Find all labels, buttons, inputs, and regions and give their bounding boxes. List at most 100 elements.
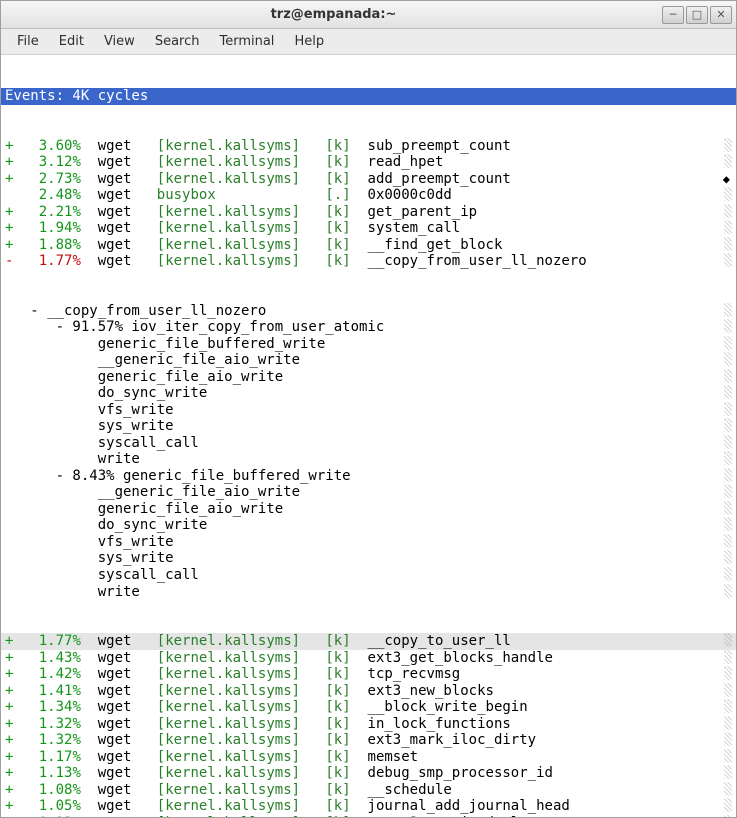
- expand-sign[interactable]: +: [5, 699, 13, 715]
- object: [kernel.kallsyms]: [157, 253, 317, 269]
- overhead-percent: 1.43%: [22, 650, 81, 666]
- expand-sign[interactable]: +: [5, 154, 13, 170]
- scroll-track-icon: [724, 798, 732, 812]
- scroll-track-icon: [724, 650, 732, 664]
- callchain-line[interactable]: - 8.43% generic_file_buffered_write: [1, 468, 736, 485]
- callchain-line[interactable]: syscall_call: [1, 435, 736, 452]
- callchain-line[interactable]: - __copy_from_user_ll_nozero: [1, 303, 736, 320]
- expand-sign[interactable]: +: [5, 683, 13, 699]
- perf-row[interactable]: + 3.60% wget [kernel.kallsyms] [k] sub_p…: [1, 138, 736, 155]
- callchain-line[interactable]: - 91.57% iov_iter_copy_from_user_atomic: [1, 319, 736, 336]
- callchain-line[interactable]: do_sync_write: [1, 385, 736, 402]
- expand-sign[interactable]: [5, 187, 13, 203]
- expand-sign[interactable]: +: [5, 633, 13, 649]
- perf-row[interactable]: - 1.77% wget [kernel.kallsyms] [k] __cop…: [1, 253, 736, 270]
- scroll-track-icon: [724, 484, 732, 498]
- titlebar[interactable]: trz@empanada:~ ─ □ ✕: [1, 1, 736, 29]
- kind: [k]: [325, 253, 350, 269]
- expand-sign[interactable]: +: [5, 765, 13, 781]
- perf-row[interactable]: + 1.17% wget [kernel.kallsyms] [k] memse…: [1, 749, 736, 766]
- callchain-line[interactable]: write: [1, 451, 736, 468]
- callchain-line[interactable]: syscall_call: [1, 567, 736, 584]
- callchain-text: - 8.43% generic_file_buffered_write: [5, 468, 351, 484]
- callchain-line[interactable]: generic_file_aio_write: [1, 501, 736, 518]
- callchain-line[interactable]: write: [1, 584, 736, 601]
- symbol: in_lock_functions: [368, 716, 511, 732]
- perf-row[interactable]: + 0.92% wget [kernel.kallsyms] [k] __ext…: [1, 815, 736, 817]
- perf-row[interactable]: + 1.94% wget [kernel.kallsyms] [k] syste…: [1, 220, 736, 237]
- expand-sign[interactable]: +: [5, 220, 13, 236]
- expand-sign[interactable]: +: [5, 782, 13, 798]
- overhead-percent: 1.88%: [22, 237, 81, 253]
- callchain-line[interactable]: __generic_file_aio_write: [1, 352, 736, 369]
- expand-sign[interactable]: +: [5, 204, 13, 220]
- maximize-button[interactable]: □: [686, 6, 708, 24]
- perf-row[interactable]: + 3.12% wget [kernel.kallsyms] [k] read_…: [1, 154, 736, 171]
- expand-sign[interactable]: +: [5, 650, 13, 666]
- perf-row[interactable]: 2.48% wget busybox [.] 0x0000c0dd: [1, 187, 736, 204]
- expand-sign[interactable]: +: [5, 732, 13, 748]
- expand-sign[interactable]: +: [5, 798, 13, 814]
- overhead-percent: 1.77%: [22, 633, 81, 649]
- kind: [k]: [325, 220, 350, 236]
- callchain-line[interactable]: sys_write: [1, 418, 736, 435]
- menu-view[interactable]: View: [94, 30, 145, 53]
- perf-row[interactable]: + 2.73% wget [kernel.kallsyms] [k] add_p…: [1, 171, 736, 188]
- expand-sign[interactable]: +: [5, 716, 13, 732]
- overhead-percent: 2.73%: [22, 171, 81, 187]
- callchain-text: sys_write: [5, 550, 174, 566]
- symbol: system_call: [368, 220, 461, 236]
- perf-row[interactable]: + 1.13% wget [kernel.kallsyms] [k] debug…: [1, 765, 736, 782]
- expand-sign[interactable]: +: [5, 171, 13, 187]
- perf-row[interactable]: + 1.32% wget [kernel.kallsyms] [k] ext3_…: [1, 732, 736, 749]
- perf-row[interactable]: + 1.32% wget [kernel.kallsyms] [k] in_lo…: [1, 716, 736, 733]
- expand-sign[interactable]: +: [5, 138, 13, 154]
- menu-terminal[interactable]: Terminal: [209, 30, 284, 53]
- terminal-area[interactable]: Events: 4K cycles + 3.60% wget [kernel.k…: [1, 55, 736, 817]
- expand-sign[interactable]: +: [5, 749, 13, 765]
- menu-help[interactable]: Help: [284, 30, 334, 53]
- minimize-button[interactable]: ─: [662, 6, 684, 24]
- perf-row[interactable]: + 1.42% wget [kernel.kallsyms] [k] tcp_r…: [1, 666, 736, 683]
- callchain-line[interactable]: vfs_write: [1, 402, 736, 419]
- menu-edit[interactable]: Edit: [49, 30, 94, 53]
- perf-row[interactable]: + 1.41% wget [kernel.kallsyms] [k] ext3_…: [1, 683, 736, 700]
- symbol: debug_smp_processor_id: [368, 765, 553, 781]
- overhead-percent: 2.48%: [22, 187, 81, 203]
- perf-row[interactable]: + 1.77% wget [kernel.kallsyms] [k] __cop…: [1, 633, 736, 650]
- kind: [k]: [325, 666, 350, 682]
- perf-row[interactable]: + 1.34% wget [kernel.kallsyms] [k] __blo…: [1, 699, 736, 716]
- symbol: __schedule: [368, 782, 452, 798]
- close-button[interactable]: ✕: [710, 6, 732, 24]
- callchain-line[interactable]: do_sync_write: [1, 517, 736, 534]
- perf-row[interactable]: + 1.88% wget [kernel.kallsyms] [k] __fin…: [1, 237, 736, 254]
- expand-sign[interactable]: +: [5, 666, 13, 682]
- callchain-text: sys_write: [5, 418, 174, 434]
- perf-row[interactable]: + 2.21% wget [kernel.kallsyms] [k] get_p…: [1, 204, 736, 221]
- menu-search[interactable]: Search: [145, 30, 210, 53]
- expand-sign[interactable]: +: [5, 815, 13, 817]
- callchain-line[interactable]: generic_file_aio_write: [1, 369, 736, 386]
- kind: [k]: [325, 798, 350, 814]
- perf-row[interactable]: + 1.08% wget [kernel.kallsyms] [k] __sch…: [1, 782, 736, 799]
- overhead-percent: 1.08%: [22, 782, 81, 798]
- callchain-line[interactable]: __generic_file_aio_write: [1, 484, 736, 501]
- perf-row[interactable]: + 1.43% wget [kernel.kallsyms] [k] ext3_…: [1, 650, 736, 667]
- expand-sign[interactable]: -: [5, 253, 13, 269]
- perf-row[interactable]: + 1.05% wget [kernel.kallsyms] [k] journ…: [1, 798, 736, 815]
- object: [kernel.kallsyms]: [157, 815, 317, 817]
- object: [kernel.kallsyms]: [157, 749, 317, 765]
- expand-sign[interactable]: +: [5, 237, 13, 253]
- symbol: __find_get_block: [368, 237, 503, 253]
- menubar: File Edit View Search Terminal Help: [1, 29, 736, 55]
- callchain-line[interactable]: generic_file_buffered_write: [1, 336, 736, 353]
- callchain-line[interactable]: vfs_write: [1, 534, 736, 551]
- scroll-track-icon: [724, 402, 732, 416]
- menu-file[interactable]: File: [7, 30, 49, 53]
- object: [kernel.kallsyms]: [157, 732, 317, 748]
- window-title: trz@empanada:~: [5, 7, 662, 22]
- scroll-track-icon: [724, 584, 732, 598]
- scroll-track-icon: [724, 534, 732, 548]
- kind: [k]: [325, 732, 350, 748]
- callchain-line[interactable]: sys_write: [1, 550, 736, 567]
